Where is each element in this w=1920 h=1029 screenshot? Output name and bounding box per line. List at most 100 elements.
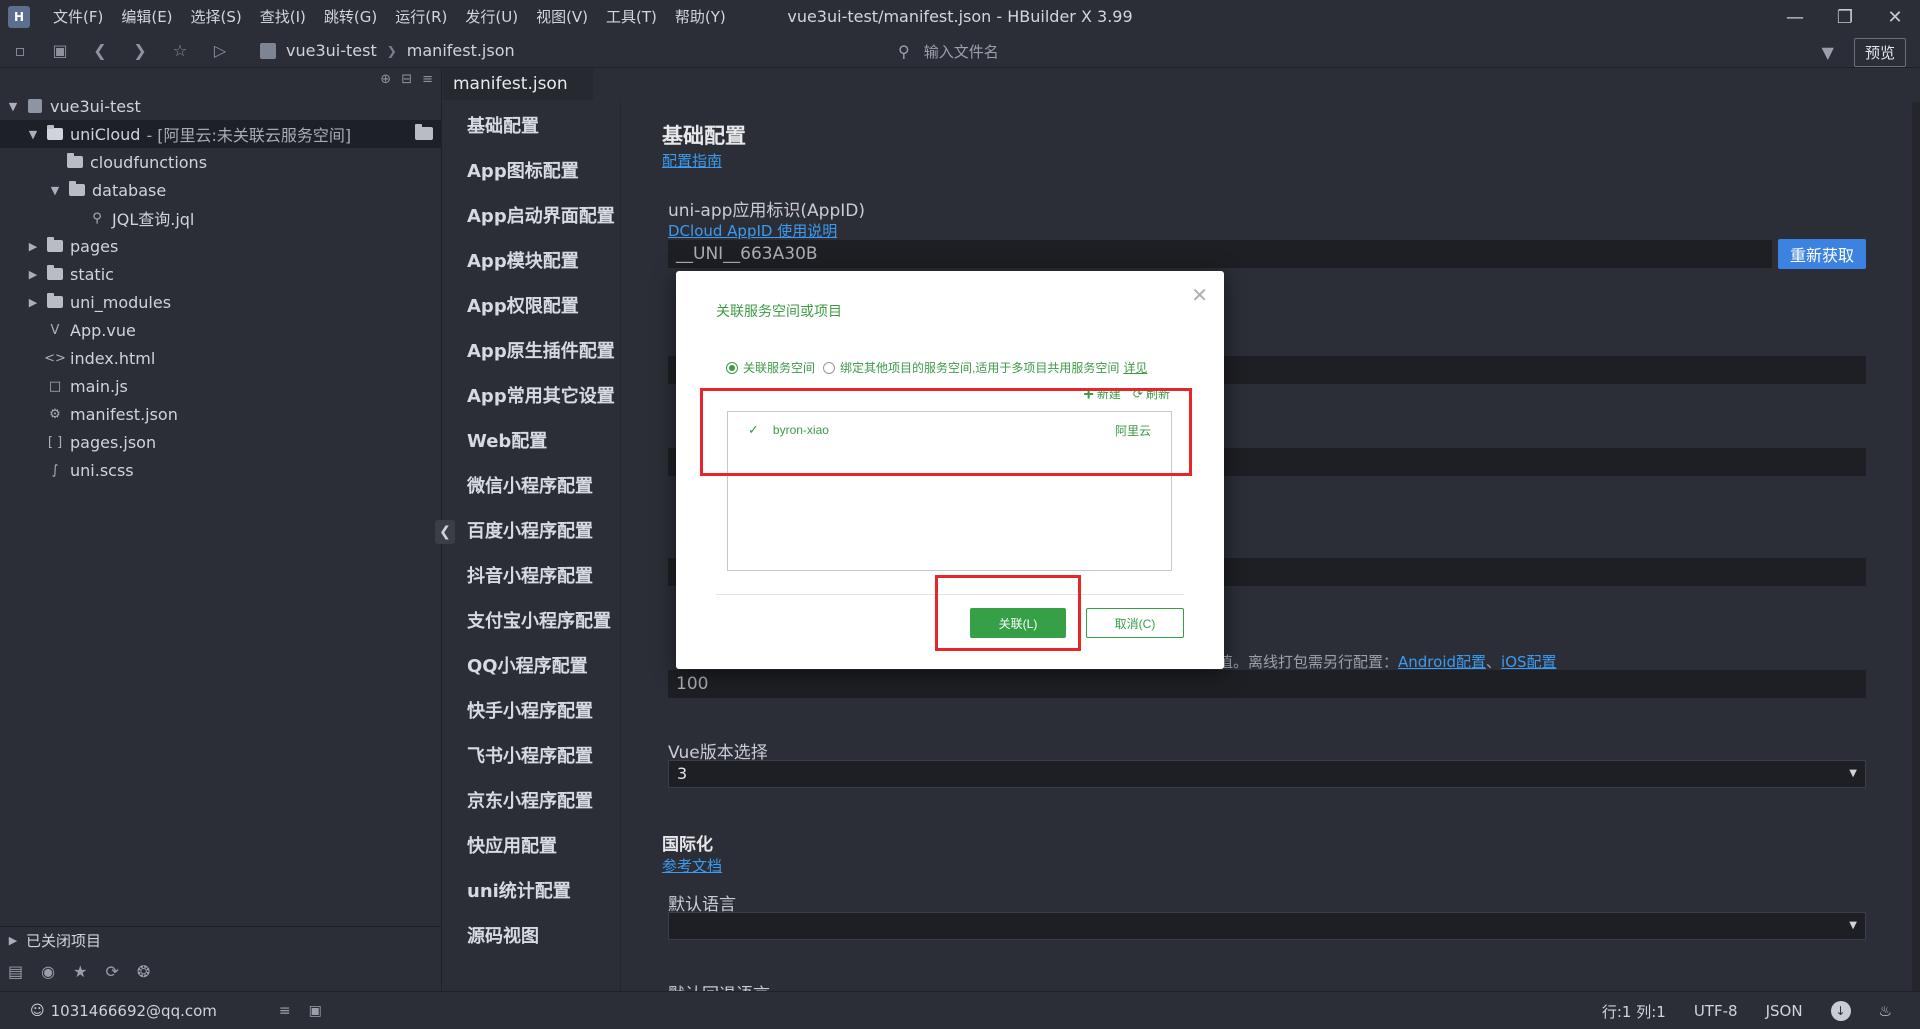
tree-item-uni-scss[interactable]: ∫ uni.scss <box>0 456 441 484</box>
vue-version-select[interactable]: 3 ▼ <box>668 760 1866 788</box>
chevron-right-icon[interactable]: ▶ <box>26 268 40 281</box>
tree-item-index-html[interactable]: <> index.html <box>0 344 441 372</box>
sidebar-menu-icon[interactable]: ≡ <box>422 72 433 87</box>
config-nav-kuaishou[interactable]: 快手小程序配置 <box>443 687 620 732</box>
version-code-input[interactable]: 100 <box>668 670 1866 698</box>
radio-link-space-label[interactable]: 关联服务空间 <box>743 359 815 376</box>
tree-item-database[interactable]: ▼ database <box>0 176 441 204</box>
android-config-link[interactable]: Android配置 <box>1398 653 1486 671</box>
tree-item-static[interactable]: ▶ static <box>0 260 441 288</box>
tree-item-pages[interactable]: ▶ pages <box>0 232 441 260</box>
chevron-right-icon[interactable]: ▶ <box>26 240 40 253</box>
config-nav-app-other[interactable]: App常用其它设置 <box>443 372 620 417</box>
closed-projects[interactable]: ▶ 已关闭项目 <box>0 926 441 954</box>
details-link[interactable]: 详见 <box>1123 359 1147 376</box>
file-search-placeholder[interactable]: 输入文件名 <box>924 41 999 62</box>
menu-tools[interactable]: 工具(T) <box>597 0 666 34</box>
config-nav-web[interactable]: Web配置 <box>443 417 620 462</box>
plugin-icon[interactable]: ❂ <box>137 962 150 981</box>
filter-icon[interactable]: ▼ <box>1822 43 1834 62</box>
bell-icon[interactable]: ♨ <box>1879 1002 1892 1020</box>
preview-button[interactable]: 预览 <box>1853 38 1906 67</box>
close-window-icon[interactable]: ✕ <box>1870 0 1920 34</box>
menu-goto[interactable]: 跳转(G) <box>315 0 386 34</box>
menu-help[interactable]: 帮助(Y) <box>666 0 735 34</box>
minimize-icon[interactable]: — <box>1770 0 1820 34</box>
cursor-position[interactable]: 行:1 列:1 <box>1602 1001 1666 1022</box>
file-encoding[interactable]: UTF-8 <box>1694 1002 1738 1020</box>
breadcrumb-project[interactable]: vue3ui-test <box>286 41 377 60</box>
star-icon[interactable]: ☆ <box>160 34 200 68</box>
tree-item-unicloud[interactable]: ▼ uniCloud - [阿里云:未关联云服务空间] <box>0 120 441 148</box>
restore-icon[interactable]: ❐ <box>1820 0 1870 34</box>
hbuilder-logo-icon[interactable]: H <box>8 6 30 28</box>
i18n-doc-link[interactable]: 参考文档 <box>662 855 722 876</box>
chevron-down-icon[interactable]: ▼ <box>6 100 20 113</box>
config-nav-douyin[interactable]: 抖音小程序配置 <box>443 552 620 597</box>
list-icon[interactable]: ≡ <box>279 1003 291 1019</box>
tree-item-manifest[interactable]: ⚙ manifest.json <box>0 400 441 428</box>
tree-item-app-vue[interactable]: V App.vue <box>0 316 441 344</box>
debug-icon[interactable]: ★ <box>73 962 87 981</box>
config-nav-uni-stat[interactable]: uni统计配置 <box>443 867 620 912</box>
new-file-icon[interactable]: ▫ <box>0 34 40 68</box>
tab-manifest-json[interactable]: manifest.json <box>443 68 593 102</box>
terminal-icon[interactable]: ▣ <box>309 1003 322 1019</box>
source-control-icon[interactable]: ⟳ <box>105 962 118 981</box>
menu-view[interactable]: 视图(V) <box>527 0 597 34</box>
menu-publish[interactable]: 发行(U) <box>456 0 527 34</box>
config-nav-jd[interactable]: 京东小程序配置 <box>443 777 620 822</box>
chevron-down-icon[interactable]: ▼ <box>48 184 62 197</box>
tree-item-uni-modules[interactable]: ▶ uni_modules <box>0 288 441 316</box>
default-language-select[interactable]: ▼ <box>668 912 1866 940</box>
breadcrumb-file[interactable]: manifest.json <box>407 41 515 60</box>
download-icon[interactable]: ↓ <box>1830 1001 1851 1021</box>
ios-config-link[interactable]: iOS配置 <box>1501 653 1557 671</box>
folder-icon[interactable] <box>415 123 433 144</box>
tree-item-cloudfunctions[interactable]: cloudfunctions <box>0 148 441 176</box>
tree-item-jql[interactable]: ⚲ JQL查询.jql <box>0 204 441 232</box>
tree-item-pages-json[interactable]: [ ] pages.json <box>0 428 441 456</box>
binoculars-icon[interactable]: ◉ <box>41 962 55 981</box>
menu-file[interactable]: 文件(F) <box>44 0 112 34</box>
close-icon[interactable]: ✕ <box>1191 283 1208 308</box>
config-guide-link[interactable]: 配置指南 <box>662 150 722 171</box>
radio-bind-other-label[interactable]: 绑定其他项目的服务空间,适用于多项目共用服务空间 <box>840 359 1119 376</box>
config-nav-weixin[interactable]: 微信小程序配置 <box>443 462 620 507</box>
tree-item-project[interactable]: ▼ vue3ui-test <box>0 92 441 120</box>
cancel-button[interactable]: 取消(C) <box>1086 608 1184 638</box>
config-nav-quickapp[interactable]: 快应用配置 <box>443 822 620 867</box>
save-icon[interactable]: ▣ <box>40 34 80 68</box>
config-nav-basic[interactable]: 基础配置 <box>443 102 620 147</box>
back-icon[interactable]: ❮ <box>80 34 120 68</box>
config-nav-baidu[interactable]: 百度小程序配置 <box>443 507 620 552</box>
menu-run[interactable]: 运行(R) <box>386 0 456 34</box>
file-language[interactable]: JSON <box>1766 1002 1803 1020</box>
appid-input[interactable]: __UNI__663A30B <box>668 240 1772 268</box>
config-nav-app-permissions[interactable]: App权限配置 <box>443 282 620 327</box>
tree-item-main-js[interactable]: □ main.js <box>0 372 441 400</box>
config-nav-source-view[interactable]: 源码视图 <box>443 912 620 957</box>
menu-find[interactable]: 查找(I) <box>251 0 315 34</box>
run-icon[interactable]: ▷ <box>200 34 240 68</box>
config-nav-qq[interactable]: QQ小程序配置 <box>443 642 620 687</box>
user-account[interactable]: ☺ 1031466692@qq.com <box>30 1002 217 1020</box>
config-nav-alipay[interactable]: 支付宝小程序配置 <box>443 597 620 642</box>
forward-icon[interactable]: ❯ <box>120 34 160 68</box>
chevron-right-icon[interactable]: ▶ <box>26 296 40 309</box>
chevron-right-icon[interactable]: ▶ <box>6 934 20 947</box>
radio-link-space[interactable] <box>726 361 738 374</box>
regain-appid-button[interactable]: 重新获取 <box>1778 239 1866 269</box>
project-manager-icon[interactable]: ▤ <box>8 962 23 981</box>
menu-select[interactable]: 选择(S) <box>182 0 251 34</box>
config-nav-app-icon[interactable]: App图标配置 <box>443 147 620 192</box>
locate-icon[interactable]: ⊕ <box>380 72 391 87</box>
radio-bind-other[interactable] <box>823 361 836 374</box>
config-nav-app-modules[interactable]: App模块配置 <box>443 237 620 282</box>
config-nav-feishu[interactable]: 飞书小程序配置 <box>443 732 620 777</box>
file-search[interactable]: ⚲ 输入文件名 <box>898 34 999 68</box>
chevron-down-icon[interactable]: ▼ <box>26 128 40 141</box>
config-nav-app-splash[interactable]: App启动界面配置 <box>443 192 620 237</box>
config-nav-app-native-plugins[interactable]: App原生插件配置 <box>443 327 620 372</box>
appid-help-link[interactable]: DCloud AppID 使用说明 <box>668 220 837 241</box>
